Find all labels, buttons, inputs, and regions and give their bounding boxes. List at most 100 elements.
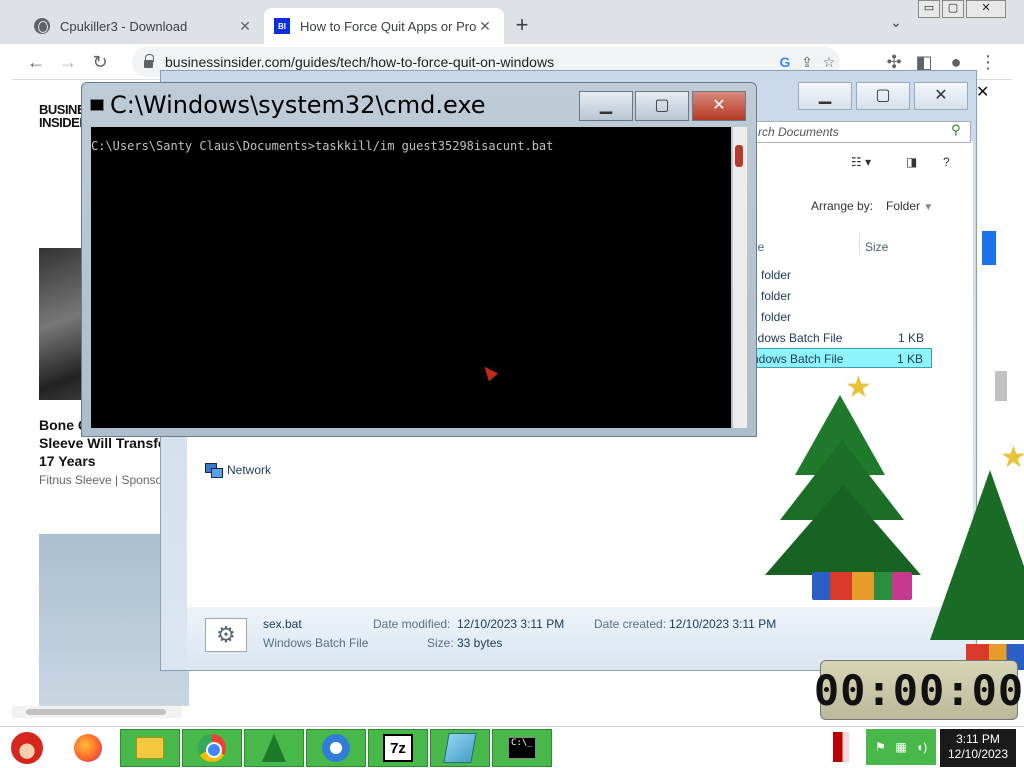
arrange-by-label: Arrange by: xyxy=(811,199,874,213)
gifts-decoration xyxy=(812,572,912,600)
new-tab-button[interactable]: + xyxy=(510,14,534,38)
forward-arrow-icon[interactable]: → xyxy=(58,52,78,72)
firefox-icon xyxy=(74,734,102,762)
horizontal-scrollbar[interactable] xyxy=(12,706,182,718)
file-row[interactable]: e folder xyxy=(751,286,932,306)
minimize-button[interactable]: ▁ xyxy=(798,82,852,110)
taskbar-7zip[interactable]: 7z xyxy=(368,729,428,767)
tab-title: Cpukiller3 - Download xyxy=(60,18,188,34)
close-button[interactable]: ✕ xyxy=(692,91,746,121)
nav-label: Network xyxy=(227,463,272,477)
maximize-button[interactable]: ▢ xyxy=(856,82,910,110)
date-created-value: 12/10/2023 3:11 PM xyxy=(669,617,777,631)
window-title: C:\Windows\system32\cmd.exe xyxy=(110,91,486,119)
file-row[interactable]: e folder xyxy=(751,307,932,327)
flag-icon[interactable]: ⚑ xyxy=(873,740,887,754)
size-label: Size: xyxy=(427,636,454,650)
file-row-selected[interactable]: ndows Batch File 1 KB xyxy=(751,348,932,368)
file-type: ndows Batch File xyxy=(751,331,843,345)
size-value: 33 bytes xyxy=(457,636,503,650)
menu-dots-icon[interactable]: ⋮ xyxy=(978,52,998,72)
url-text: businessinsider.com/guides/tech/how-to-f… xyxy=(165,54,555,70)
vertical-scrollbar[interactable] xyxy=(733,127,747,428)
date-modified-value: 12/10/2023 3:11 PM xyxy=(457,617,565,631)
close-icon[interactable]: ✕ xyxy=(976,82,989,102)
star-icon: ★ xyxy=(845,371,872,404)
ad-sponsor[interactable]: Fitnus Sleeve | Sponsor xyxy=(39,473,166,487)
minimize-button[interactable]: ▁ xyxy=(579,91,633,121)
file-size: 1 KB xyxy=(897,331,924,345)
taskbar-file-explorer[interactable] xyxy=(120,729,180,767)
shield-icon xyxy=(322,734,350,762)
taskbar-notepad[interactable] xyxy=(430,729,490,767)
file-row[interactable]: ndows Batch File 1 KB xyxy=(751,328,932,348)
scrollbar-thumb[interactable] xyxy=(26,709,166,715)
file-type: e folder xyxy=(751,310,792,324)
chevron-down-icon: ▼ xyxy=(923,202,934,213)
reload-icon[interactable]: ↻ xyxy=(90,52,110,72)
taskbar-christmas-tree[interactable] xyxy=(244,729,304,767)
taskbar-shield[interactable] xyxy=(306,729,366,767)
christmas-tree-icon xyxy=(262,734,286,762)
scrollbar-thumb[interactable] xyxy=(735,145,743,167)
file-type: ndows Batch File xyxy=(752,352,844,366)
page-button[interactable] xyxy=(982,231,996,265)
back-arrow-icon[interactable]: ← xyxy=(26,52,46,72)
tab-cpukiller[interactable]: Cpukiller3 - Download ✕ xyxy=(24,8,264,44)
maximize-button[interactable]: ▢ xyxy=(635,91,689,121)
extensions-icon[interactable]: ✣ xyxy=(884,52,904,72)
start-button[interactable] xyxy=(4,728,50,768)
network-icon xyxy=(205,463,223,478)
close-button[interactable]: ✕ xyxy=(914,82,968,110)
vertical-scrollbar-thumb[interactable] xyxy=(995,371,1007,401)
close-icon[interactable]: ✕ xyxy=(476,18,494,35)
side-panel-icon[interactable]: ◧ xyxy=(914,52,934,72)
mouse-cursor-icon xyxy=(479,362,499,382)
help-icon[interactable]: ? xyxy=(943,155,950,169)
file-row[interactable]: e folder xyxy=(751,265,932,285)
nav-item-network[interactable]: Network xyxy=(205,463,272,478)
arrange-by-dropdown[interactable]: Folder ▼ xyxy=(886,199,933,213)
details-pane: ⚙ sex.bat Windows Batch File Date modifi… xyxy=(187,607,973,663)
file-type: Windows Batch File xyxy=(263,636,369,650)
console-output[interactable]: C:\Users\Santy Claus\Documents>taskkill/… xyxy=(91,127,731,428)
christmas-tree-decoration xyxy=(930,470,1024,640)
santa-start-icon xyxy=(9,730,45,766)
maximize-button[interactable]: ▢ xyxy=(942,0,964,18)
7zip-icon: 7z xyxy=(383,734,413,762)
column-header-size[interactable]: Size xyxy=(865,240,888,254)
taskbar-cmd[interactable]: C:\_ xyxy=(492,729,552,767)
arrange-by-value: Folder xyxy=(886,199,921,213)
clock[interactable]: 3:11 PM 12/10/2023 xyxy=(940,729,1016,767)
system-tray: ⚑ ▦ ◖) xyxy=(866,729,936,765)
search-icon[interactable]: ⚲ xyxy=(951,122,961,138)
close-icon[interactable]: ✕ xyxy=(236,18,254,35)
clock-date: 12/10/2023 xyxy=(947,747,1009,761)
volume-icon[interactable]: ◖) xyxy=(915,740,929,754)
date-modified-label: Date modified: xyxy=(373,617,451,631)
taskbar-chrome[interactable] xyxy=(182,729,242,767)
close-button[interactable]: ✕ xyxy=(966,0,1006,18)
preview-pane-icon[interactable]: ◨ xyxy=(906,155,917,169)
chevron-down-icon[interactable]: ⌄ xyxy=(886,14,906,34)
bookmark-star-icon[interactable]: ☆ xyxy=(818,54,840,71)
profile-avatar-icon[interactable]: ● xyxy=(946,52,966,72)
minimize-button[interactable]: ▭ xyxy=(918,0,940,18)
view-options-icon[interactable]: ☷ ▾ xyxy=(851,155,871,169)
chrome-icon xyxy=(198,734,226,762)
share-icon[interactable]: ⇪ xyxy=(796,54,818,71)
file-type: e folder xyxy=(751,289,792,303)
globe-icon xyxy=(34,18,50,34)
show-hidden-icons[interactable] xyxy=(833,732,849,762)
google-lens-icon[interactable]: G xyxy=(774,54,796,70)
network-icon[interactable]: ▦ xyxy=(894,740,908,754)
column-divider[interactable] xyxy=(859,233,860,255)
christmas-tree-decoration xyxy=(765,485,921,575)
tab-business-insider[interactable]: BI How to Force Quit Apps or Progr ✕ xyxy=(264,8,504,44)
batch-file-gear-icon: ⚙ xyxy=(205,618,247,652)
search-input[interactable]: rch Documents xyxy=(751,121,971,143)
taskbar-firefox[interactable] xyxy=(58,729,118,767)
cmd-window-icon[interactable] xyxy=(90,99,104,111)
cmd-icon: C:\_ xyxy=(508,737,536,759)
tab-title: How to Force Quit Apps or Progr xyxy=(300,18,476,34)
